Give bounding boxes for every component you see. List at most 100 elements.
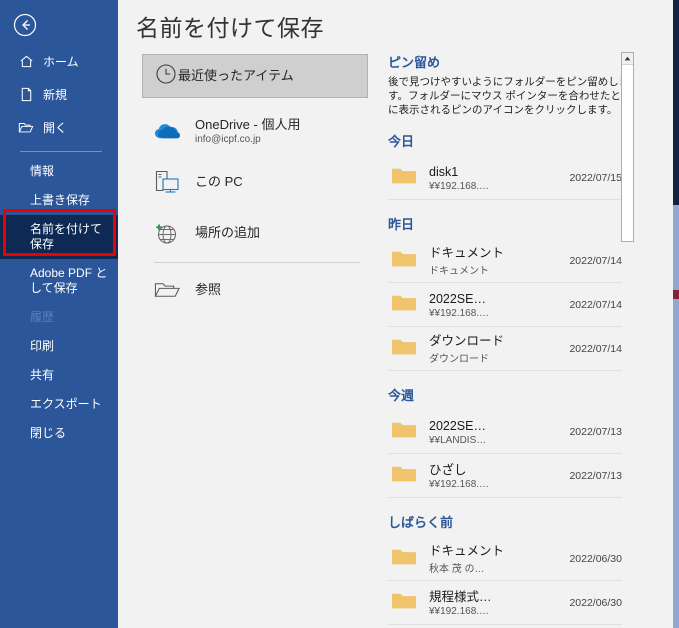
recent-file-texts: 規程様式… ¥¥192.168.…	[429, 589, 565, 617]
recent-pane-scrollbar[interactable]	[621, 52, 634, 242]
sidebar-item-home[interactable]: ホーム	[0, 45, 118, 78]
recent-group-heading: しばらく前	[388, 515, 454, 530]
place-label: この PC	[195, 173, 243, 189]
recent-group-heading: 今週	[388, 388, 415, 403]
sidebar-divider	[20, 151, 102, 152]
sidebar-item-open[interactable]: 開く	[0, 111, 118, 144]
folder-icon	[391, 336, 429, 361]
sidebar-item-share[interactable]: 共有	[0, 361, 118, 390]
sidebar-item-label: 履歴	[30, 310, 55, 324]
recent-file-texts: 2022SE… ¥¥192.168.…	[429, 291, 565, 319]
sidebar-item-label: 印刷	[30, 339, 55, 353]
place-onedrive[interactable]: OneDrive - 個人用 info@icpf.co.jp	[142, 110, 368, 151]
folder-icon	[391, 590, 429, 615]
places-divider	[154, 262, 360, 263]
recent-file-row[interactable]: ダウンロード ダウンロード 2022/07/14	[388, 327, 622, 371]
add-place-globe-icon	[154, 221, 183, 245]
recent-file-date: 2022/07/13	[569, 469, 622, 482]
clock-icon	[154, 62, 178, 91]
sidebar-top-nav: ホーム 新規 開く 情報 上書き保存 名前を付けて保存 Adobe PDF とし…	[0, 45, 118, 448]
recent-groups: 今日 disk1 ¥¥192.168.… 2022/07/15 昨日 ドキュメント ドキュメ…	[388, 131, 622, 625]
recent-folders-pane: ピン留め 後で見つけやすいようにフォルダーをピン留めします。フォルダーにマウス …	[388, 52, 622, 628]
browse-folder-icon	[154, 280, 183, 300]
backstage-sidebar: ホーム 新規 開く 情報 上書き保存 名前を付けて保存 Adobe PDF とし…	[0, 0, 118, 628]
sidebar-item-label: Adobe PDF として保存	[30, 266, 108, 295]
sidebar-item-export[interactable]: エクスポート	[0, 390, 118, 419]
recent-file-date: 2022/07/14	[569, 298, 622, 311]
places-list: 最近使ったアイテム OneDrive - 個人用 info@icpf.co.jp	[142, 54, 368, 310]
recent-file-row[interactable]: ドキュメント ドキュメント 2022/07/14	[388, 239, 622, 283]
recent-file-texts: ドキュメント 秋本 茂 の…	[429, 543, 565, 575]
sidebar-item-label: ホーム	[43, 55, 79, 69]
page-title: 名前を付けて保存	[136, 15, 324, 41]
this-pc-icon	[154, 170, 183, 194]
recent-file-date: 2022/07/14	[569, 254, 622, 267]
recent-file-path: ¥¥192.168.…	[429, 605, 490, 617]
sidebar-item-label: 閉じる	[30, 426, 67, 440]
recent-file-path: 秋本 茂 の…	[429, 563, 485, 575]
open-folder-icon	[18, 120, 34, 136]
sidebar-item-label: 上書き保存	[30, 193, 91, 207]
window-edge-scrollbar-thumb[interactable]	[673, 0, 679, 205]
back-arrow-icon[interactable]	[13, 13, 37, 37]
scroll-up-arrow-icon[interactable]	[622, 53, 633, 65]
place-browse[interactable]: 参照	[142, 269, 368, 310]
recent-file-name: ダウンロード	[429, 333, 505, 348]
sidebar-item-save-as[interactable]: 名前を付けて保存	[0, 215, 118, 259]
recent-file-texts: ドキュメント ドキュメント	[429, 245, 565, 277]
sidebar-item-info[interactable]: 情報	[0, 157, 118, 186]
place-sublabel: info@icpf.co.jp	[195, 133, 261, 145]
place-label: OneDrive - 個人用	[195, 116, 301, 132]
place-label: 参照	[195, 281, 222, 297]
recent-file-row[interactable]: 2022SE… ¥¥192.168.… 2022/07/14	[388, 283, 622, 327]
window-edge-marker	[673, 290, 679, 299]
place-text-wrap: OneDrive - 個人用 info@icpf.co.jp	[195, 117, 300, 145]
folder-icon	[391, 419, 429, 444]
sidebar-item-history: 履歴	[0, 303, 118, 332]
place-label: 場所の追加	[195, 224, 261, 240]
sidebar-item-save-as-adobe-pdf[interactable]: Adobe PDF として保存	[0, 259, 118, 303]
sidebar-item-label: 新規	[43, 88, 68, 102]
recent-file-date: 2022/07/15	[569, 171, 622, 184]
place-this-pc[interactable]: この PC	[142, 161, 368, 202]
recent-file-name: ドキュメント	[429, 543, 505, 558]
recent-file-row[interactable]: 規程様式… ¥¥192.168.… 2022/06/30	[388, 581, 622, 625]
home-icon	[18, 54, 34, 70]
recent-file-path: ¥¥192.168.…	[429, 180, 490, 192]
sidebar-item-label: 情報	[30, 164, 55, 178]
recent-file-row[interactable]: 2022SE… ¥¥LANDIS… 2022/07/13	[388, 410, 622, 454]
pinned-section-title: ピン留め	[388, 55, 441, 70]
recent-file-row[interactable]: ドキュメント 秋本 茂 の… 2022/06/30	[388, 537, 622, 581]
sidebar-item-label: 共有	[30, 368, 55, 382]
place-add-a-place[interactable]: 場所の追加	[142, 212, 368, 253]
sidebar-item-print[interactable]: 印刷	[0, 332, 118, 361]
recent-file-name: ドキュメント	[429, 245, 505, 260]
recent-file-texts: ひざし ¥¥192.168.…	[429, 462, 565, 490]
recent-file-texts: 2022SE… ¥¥LANDIS…	[429, 418, 565, 446]
sidebar-item-label: 名前を付けて保存	[30, 222, 103, 251]
recent-group-heading: 昨日	[388, 217, 415, 232]
recent-group-heading: 今日	[388, 134, 415, 149]
onedrive-cloud-icon	[154, 121, 183, 141]
save-as-backstage-screen: ホーム 新規 開く 情報 上書き保存 名前を付けて保存 Adobe PDF とし…	[0, 0, 679, 628]
sidebar-item-save[interactable]: 上書き保存	[0, 186, 118, 215]
recent-file-date: 2022/07/13	[569, 425, 622, 438]
recent-file-path: ダウンロード	[429, 353, 489, 365]
folder-icon	[391, 165, 429, 190]
folder-icon	[391, 463, 429, 488]
recent-file-path: ドキュメント	[429, 265, 489, 277]
recent-file-texts: disk1 ¥¥192.168.…	[429, 164, 565, 192]
folder-icon	[391, 292, 429, 317]
recent-file-path: ¥¥192.168.…	[429, 478, 490, 490]
sidebar-item-close[interactable]: 閉じる	[0, 419, 118, 448]
recent-file-date: 2022/06/30	[569, 552, 622, 565]
place-recent-items[interactable]: 最近使ったアイテム	[142, 54, 368, 98]
recent-file-name: 規程様式…	[429, 589, 492, 604]
recent-file-row[interactable]: disk1 ¥¥192.168.… 2022/07/15	[388, 156, 622, 200]
folder-icon	[391, 546, 429, 571]
recent-file-name: disk1	[429, 164, 459, 179]
pinned-section-description: 後で見つけやすいようにフォルダーをピン留めします。フォルダーにマウス ポインター…	[388, 76, 622, 116]
recent-file-row[interactable]: ひざし ¥¥192.168.… 2022/07/13	[388, 454, 622, 498]
recent-file-date: 2022/06/30	[569, 596, 622, 609]
sidebar-item-new[interactable]: 新規	[0, 78, 118, 111]
